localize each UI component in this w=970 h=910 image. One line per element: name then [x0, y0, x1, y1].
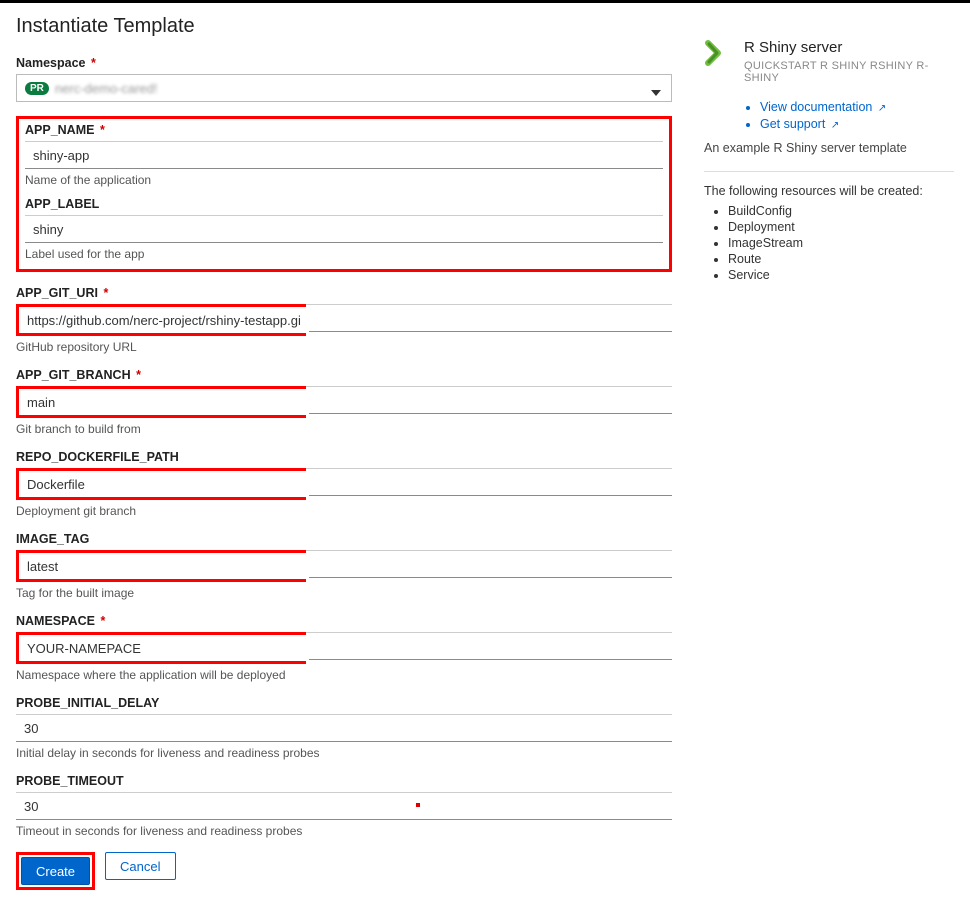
git-branch-label-text: APP_GIT_BRANCH — [16, 368, 131, 382]
list-item: ImageStream — [728, 236, 954, 250]
required-star: * — [91, 56, 96, 70]
field-deploy-namespace: NAMESPACE * Namespace where the applicat… — [16, 614, 672, 682]
template-icon — [704, 39, 732, 70]
sidebar-header: R Shiny server QUICKSTART R SHINY RSHINY… — [704, 39, 954, 94]
support-link-text: Get support — [760, 117, 825, 131]
probe-delay-help: Initial delay in seconds for liveness an… — [16, 746, 672, 760]
highlight-dockerfile — [16, 468, 306, 500]
app-name-label-text: APP_NAME — [25, 123, 94, 137]
required-star: * — [103, 286, 108, 300]
field-git-branch: APP_GIT_BRANCH * Git branch to build fro… — [16, 368, 672, 436]
field-app-name: APP_NAME * Name of the application — [19, 119, 669, 187]
form-actions: Create Cancel — [16, 852, 672, 890]
external-link-icon: ↗ — [831, 120, 839, 131]
namespace-label-text: Namespace — [16, 56, 86, 70]
list-item: Get support ↗ — [760, 117, 954, 131]
chevron-down-icon — [651, 84, 661, 99]
page-title: Instantiate Template — [16, 15, 672, 38]
project-badge: PR — [25, 82, 49, 95]
namespace-selected-text: nerc-demo-cared! — [55, 81, 158, 96]
create-button[interactable]: Create — [21, 857, 90, 885]
probe-timeout-label: PROBE_TIMEOUT — [16, 774, 672, 788]
git-uri-input[interactable] — [19, 307, 309, 333]
app-label-help: Label used for the app — [25, 247, 663, 261]
page-container: Instantiate Template Namespace * PR nerc… — [0, 3, 970, 910]
app-label-input[interactable] — [25, 215, 663, 243]
app-label-label: APP_LABEL — [25, 197, 663, 211]
view-documentation-link[interactable]: View documentation ↗ — [760, 100, 886, 114]
field-image-tag: IMAGE_TAG Tag for the built image — [16, 532, 672, 600]
deploy-ns-help: Namespace where the application will be … — [16, 668, 672, 682]
highlight-deploy-namespace — [16, 632, 306, 664]
required-star: * — [136, 368, 141, 382]
image-tag-input[interactable] — [19, 553, 309, 579]
git-branch-input[interactable] — [19, 389, 309, 415]
field-app-label: APP_LABEL Label used for the app — [19, 193, 669, 261]
required-star: * — [100, 614, 105, 628]
info-sidebar: R Shiny server QUICKSTART R SHINY RSHINY… — [696, 3, 954, 890]
highlight-create-button: Create — [16, 852, 95, 890]
deploy-ns-input[interactable] — [19, 635, 309, 661]
sidebar-links: View documentation ↗ Get support ↗ — [760, 100, 954, 131]
namespace-select[interactable]: PR nerc-demo-cared! — [16, 74, 672, 102]
list-item: BuildConfig — [728, 204, 954, 218]
deploy-ns-label-text: NAMESPACE — [16, 614, 95, 628]
resources-list: BuildConfig Deployment ImageStream Route… — [728, 204, 954, 282]
sidebar-title: R Shiny server — [744, 39, 954, 56]
app-name-label: APP_NAME * — [25, 123, 663, 137]
image-tag-help: Tag for the built image — [16, 586, 672, 600]
highlight-git-uri — [16, 304, 306, 336]
deploy-ns-label: NAMESPACE * — [16, 614, 672, 628]
list-item: View documentation ↗ — [760, 100, 954, 114]
field-namespace: Namespace * PR nerc-demo-cared! — [16, 56, 672, 102]
list-item: Deployment — [728, 220, 954, 234]
probe-delay-label: PROBE_INITIAL_DELAY — [16, 696, 672, 710]
external-link-icon: ↗ — [878, 103, 886, 114]
highlight-image-tag — [16, 550, 306, 582]
red-dot-icon — [416, 803, 420, 807]
highlight-box-name-label: APP_NAME * Name of the application APP_L… — [16, 116, 672, 272]
dockerfile-label: REPO_DOCKERFILE_PATH — [16, 450, 672, 464]
probe-timeout-input[interactable] — [16, 792, 672, 820]
list-item: Route — [728, 252, 954, 266]
main-form: Instantiate Template Namespace * PR nerc… — [16, 3, 696, 890]
git-uri-help: GitHub repository URL — [16, 340, 672, 354]
git-branch-label: APP_GIT_BRANCH * — [16, 368, 672, 382]
field-probe-delay: PROBE_INITIAL_DELAY Initial delay in sec… — [16, 696, 672, 760]
probe-delay-input[interactable] — [16, 714, 672, 742]
highlight-git-branch — [16, 386, 306, 418]
app-name-help: Name of the application — [25, 173, 663, 187]
sidebar-tags: QUICKSTART R SHINY RSHINY R-SHINY — [744, 60, 954, 84]
list-item: Service — [728, 268, 954, 282]
cancel-button[interactable]: Cancel — [105, 852, 175, 880]
dockerfile-help: Deployment git branch — [16, 504, 672, 518]
sidebar-divider — [704, 171, 954, 172]
image-tag-label: IMAGE_TAG — [16, 532, 672, 546]
field-dockerfile: REPO_DOCKERFILE_PATH Deployment git bran… — [16, 450, 672, 518]
probe-timeout-help: Timeout in seconds for liveness and read… — [16, 824, 672, 838]
field-git-uri: APP_GIT_URI * GitHub repository URL — [16, 286, 672, 354]
field-probe-timeout: PROBE_TIMEOUT Timeout in seconds for liv… — [16, 774, 672, 838]
resources-intro: The following resources will be created: — [704, 184, 954, 198]
sidebar-description: An example R Shiny server template — [704, 141, 954, 155]
git-uri-label: APP_GIT_URI * — [16, 286, 672, 300]
dockerfile-input[interactable] — [19, 471, 309, 497]
git-uri-label-text: APP_GIT_URI — [16, 286, 98, 300]
app-name-input[interactable] — [25, 141, 663, 169]
namespace-label: Namespace * — [16, 56, 672, 70]
get-support-link[interactable]: Get support ↗ — [760, 117, 839, 131]
doc-link-text: View documentation — [760, 100, 872, 114]
required-star: * — [100, 123, 105, 137]
git-branch-help: Git branch to build from — [16, 422, 672, 436]
